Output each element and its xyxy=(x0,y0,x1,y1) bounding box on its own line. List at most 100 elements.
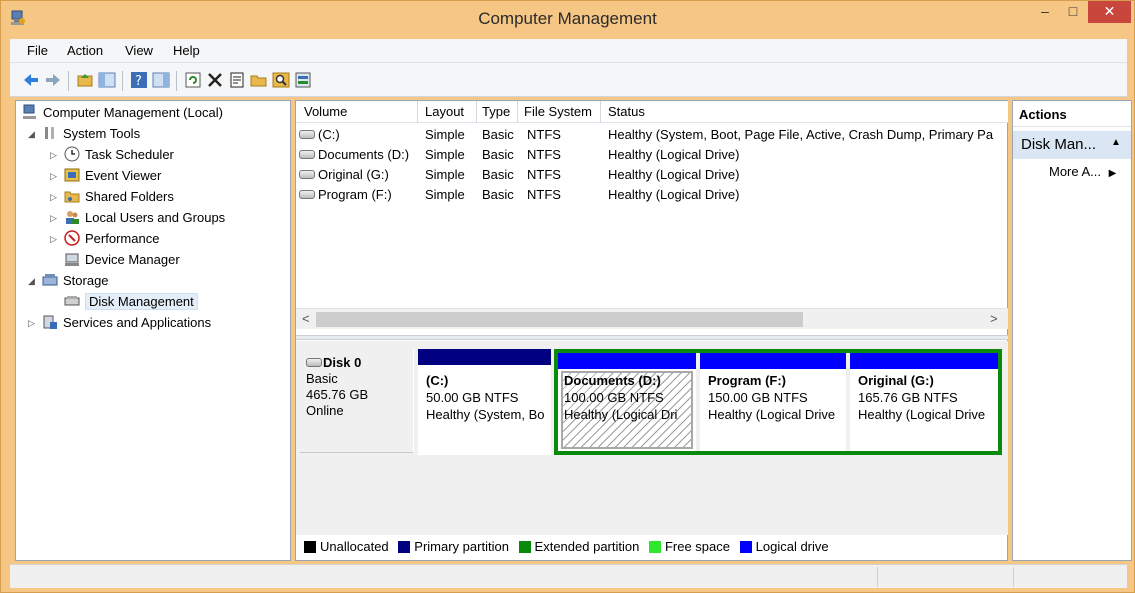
volume-cell: Original (G:) xyxy=(299,165,417,185)
tree-label: System Tools xyxy=(63,126,141,141)
column-header-type[interactable]: Type xyxy=(482,104,510,119)
svg-text:?: ? xyxy=(135,74,142,89)
menu-action[interactable]: Action xyxy=(67,43,103,58)
pane-splitter[interactable] xyxy=(296,335,1008,340)
column-divider[interactable] xyxy=(517,101,518,123)
disk-settings-icon[interactable] xyxy=(294,71,312,89)
actions-pane: Actions Disk Man... ▲ More A... ▶ xyxy=(1012,100,1132,561)
status-cell: Healthy (Logical Drive) xyxy=(608,167,740,182)
disk-graphical-view: Disk 0 Basic 465.76 GB Online (C:) 50.00… xyxy=(296,341,1008,535)
volume-cell: Documents (D:) xyxy=(299,145,417,165)
column-header-file-system[interactable]: File System xyxy=(524,104,592,119)
close-button[interactable]: ✕ xyxy=(1088,1,1131,23)
collapse-triangle-icon[interactable]: ▲ xyxy=(1111,137,1121,148)
tree-node-root[interactable]: Computer Management (Local) xyxy=(22,103,223,123)
scroll-left-arrow-icon[interactable]: < xyxy=(302,311,310,326)
column-header-volume[interactable]: Volume xyxy=(304,104,347,119)
tree-label: Storage xyxy=(63,273,109,288)
column-header-status[interactable]: Status xyxy=(608,104,645,119)
partition-d[interactable]: Documents (D:) 100.00 GB NTFS Healthy (L… xyxy=(558,353,696,451)
help-icon[interactable]: ? xyxy=(130,71,148,89)
navigation-tree: Computer Management (Local) ◢ System Too… xyxy=(15,100,291,561)
show-hide-action-pane-icon[interactable] xyxy=(152,71,170,89)
collapse-arrow-icon[interactable]: ◢ xyxy=(28,271,35,291)
scroll-thumb[interactable] xyxy=(316,312,803,327)
tree-node-local-users[interactable]: Local Users and Groups xyxy=(64,208,225,228)
users-icon xyxy=(66,211,79,224)
storage-icon xyxy=(42,274,58,286)
tree-label-selected: Disk Management xyxy=(85,293,198,310)
partition-c[interactable]: (C:) 50.00 GB NTFS Healthy (System, Bo xyxy=(418,349,551,455)
fs-cell: NTFS xyxy=(527,167,561,182)
window: Computer Management – □ ✕ File Action Vi… xyxy=(0,0,1135,593)
tree-node-device-manager[interactable]: Device Manager xyxy=(64,250,180,270)
column-divider[interactable] xyxy=(417,101,418,123)
legend-label: Logical drive xyxy=(755,539,829,554)
disk-name: Disk 0 xyxy=(323,355,362,370)
tree-label: Shared Folders xyxy=(85,189,174,204)
column-header-layout[interactable]: Layout xyxy=(425,104,464,119)
up-folder-icon[interactable] xyxy=(76,71,94,89)
expand-arrow-icon[interactable]: ▷ xyxy=(50,229,57,249)
search-icon[interactable] xyxy=(272,71,290,89)
status-divider xyxy=(877,567,878,587)
legend-label: Extended partition xyxy=(534,539,640,554)
back-arrow-icon[interactable] xyxy=(22,71,40,89)
partition-text: (C:) 50.00 GB NTFS Healthy (System, Bo xyxy=(426,373,545,422)
open-folder-icon[interactable] xyxy=(250,71,268,89)
table-row[interactable]: Program (F:) Simple Basic NTFS Healthy (… xyxy=(296,185,1008,205)
toolbar-separator xyxy=(122,71,123,91)
tree-node-storage[interactable]: Storage xyxy=(42,271,109,291)
shared-folder-icon xyxy=(64,191,80,203)
tree-node-services[interactable]: Services and Applications xyxy=(42,313,211,333)
layout-cell: Simple xyxy=(425,167,465,182)
refresh-icon[interactable] xyxy=(184,71,202,89)
expand-arrow-icon[interactable]: ▷ xyxy=(28,313,35,333)
horizontal-scrollbar[interactable]: < > xyxy=(296,308,1008,329)
minimize-button[interactable]: – xyxy=(1031,1,1059,23)
volume-cell: Program (F:) xyxy=(299,185,417,205)
tree-node-task-scheduler[interactable]: Task Scheduler xyxy=(64,145,174,165)
collapse-arrow-icon[interactable]: ◢ xyxy=(28,124,35,144)
properties-icon[interactable] xyxy=(228,71,246,89)
tree-node-performance[interactable]: Performance xyxy=(64,229,159,249)
expand-arrow-icon[interactable]: ▷ xyxy=(50,208,57,228)
tree-node-system-tools[interactable]: System Tools xyxy=(42,124,140,144)
partition-text: Documents (D:) 100.00 GB NTFS Healthy (L… xyxy=(564,373,678,422)
tools-icon xyxy=(45,127,54,139)
status-bar xyxy=(10,564,1127,588)
title-bar[interactable]: Computer Management – □ ✕ xyxy=(1,1,1134,39)
legend-swatch-primary xyxy=(398,541,411,553)
tree-node-shared-folders[interactable]: Shared Folders xyxy=(64,187,174,207)
status-cell: Healthy (Logical Drive) xyxy=(608,147,740,162)
drive-icon xyxy=(299,190,315,199)
partition-g[interactable]: Original (G:) 165.76 GB NTFS Healthy (Lo… xyxy=(850,353,998,451)
column-divider[interactable] xyxy=(476,101,477,123)
scroll-right-arrow-icon[interactable]: > xyxy=(990,311,998,326)
tree-node-event-viewer[interactable]: Event Viewer xyxy=(64,166,161,186)
table-row[interactable]: Original (G:) Simple Basic NTFS Healthy … xyxy=(296,165,1008,185)
partition-f[interactable]: Program (F:) 150.00 GB NTFS Healthy (Log… xyxy=(700,353,846,451)
menu-file[interactable]: File xyxy=(27,43,48,58)
actions-section-disk-management[interactable]: Disk Man... ▲ xyxy=(1013,131,1131,159)
disk-info[interactable]: Disk 0 Basic 465.76 GB Online xyxy=(300,349,414,453)
type-cell: Basic xyxy=(482,147,514,162)
delete-icon[interactable] xyxy=(206,71,224,89)
forward-arrow-icon[interactable] xyxy=(44,71,62,89)
menu-view[interactable]: View xyxy=(125,43,153,58)
show-hide-tree-icon[interactable] xyxy=(98,71,116,89)
tree-node-disk-management[interactable]: Disk Management xyxy=(64,292,198,312)
disk-management-icon xyxy=(64,296,80,306)
volume-list-header: Volume Layout Type File System Status xyxy=(296,101,1008,123)
expand-arrow-icon[interactable]: ▷ xyxy=(50,166,57,186)
column-divider[interactable] xyxy=(600,101,601,123)
table-row[interactable]: (C:) Simple Basic NTFS Healthy (System, … xyxy=(296,125,1008,145)
legend-label: Free space xyxy=(664,539,731,554)
expand-arrow-icon[interactable]: ▷ xyxy=(50,145,57,165)
expand-arrow-icon[interactable]: ▷ xyxy=(50,187,57,207)
table-row[interactable]: Documents (D:) Simple Basic NTFS Healthy… xyxy=(296,145,1008,165)
computer-management-icon xyxy=(23,104,36,119)
maximize-button[interactable]: □ xyxy=(1059,1,1087,23)
more-actions-link[interactable]: More A... ▶ xyxy=(1049,164,1116,179)
menu-help[interactable]: Help xyxy=(173,43,200,58)
